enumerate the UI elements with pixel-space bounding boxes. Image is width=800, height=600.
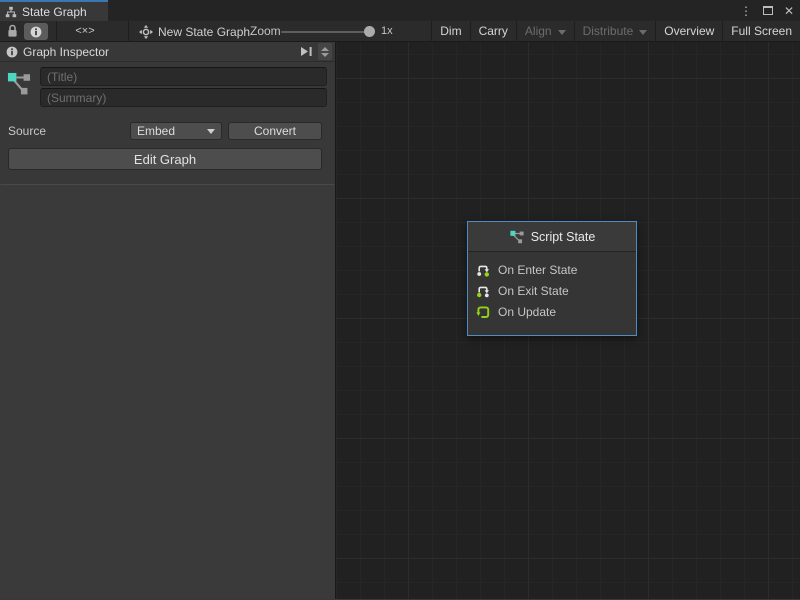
update-loop-icon [476, 305, 490, 319]
graph-summary-field[interactable] [40, 88, 327, 107]
chevron-down-icon [207, 129, 215, 134]
source-dropdown[interactable]: Embed [130, 122, 222, 140]
move-target-icon [139, 25, 153, 39]
zoom-slider-knob[interactable] [364, 26, 375, 37]
window-menu-icon[interactable]: ⋮ [740, 5, 752, 17]
scrub-down-icon [321, 53, 329, 57]
zoom-slider-track[interactable] [281, 31, 369, 33]
toolbar-separator [56, 21, 57, 42]
chevron-down-icon [558, 30, 566, 35]
state-graph-node-icon [509, 230, 525, 244]
event-row-on-update: On Update [468, 301, 636, 322]
source-label: Source [8, 124, 46, 138]
code-view-icon[interactable]: <×> [68, 21, 102, 42]
dim-button[interactable]: Dim [431, 21, 469, 42]
maximize-icon[interactable] [763, 6, 773, 15]
close-icon[interactable]: ✕ [784, 5, 794, 17]
state-enter-icon [476, 263, 490, 277]
state-graph-hierarchy-icon [5, 6, 17, 18]
graph-inspector-header: Graph Inspector [0, 42, 335, 62]
convert-button[interactable]: Convert [228, 122, 322, 140]
node-title: Script State [531, 230, 596, 244]
panel-scrubber[interactable] [318, 43, 332, 60]
source-row: Source Embed Convert [0, 122, 335, 140]
state-graph-asset-icon [4, 67, 34, 107]
script-state-node-header[interactable]: Script State [468, 222, 636, 252]
new-state-graph-button[interactable]: New State Graph [139, 21, 250, 42]
edit-graph-button[interactable]: Edit Graph [8, 148, 322, 170]
script-state-node[interactable]: Script State On Enter State [467, 221, 637, 336]
lock-icon[interactable] [7, 24, 18, 38]
state-exit-icon [476, 284, 490, 298]
tab-bar: State Graph ⋮ ✕ [0, 0, 800, 21]
script-state-node-body: On Enter State On Exit State [468, 252, 636, 335]
source-dropdown-value: Embed [137, 124, 175, 138]
tab-state-graph[interactable]: State Graph [0, 0, 108, 21]
chevron-down-icon [639, 30, 647, 35]
window-controls: ⋮ ✕ [740, 0, 794, 21]
graph-toolbar: <×> New State Graph Zoom 1x Dim Carry Al… [0, 21, 800, 42]
event-row-on-enter: On Enter State [468, 259, 636, 280]
inspector-toggle-button[interactable] [24, 23, 48, 40]
zoom-value: 1x [381, 21, 393, 42]
info-icon [6, 46, 18, 58]
dock-panel-icon[interactable] [300, 46, 313, 57]
carry-button[interactable]: Carry [470, 21, 516, 42]
inspector-empty-section [0, 184, 335, 599]
graph-canvas[interactable]: Script State On Enter State [336, 42, 800, 599]
toolbar-right-group: Dim Carry Align Distribute Overview Full… [431, 21, 800, 42]
info-icon [30, 26, 42, 38]
event-row-on-exit: On Exit State [468, 280, 636, 301]
distribute-button[interactable]: Distribute [574, 21, 656, 42]
panel-title: Graph Inspector [23, 45, 295, 59]
toolbar-separator [128, 21, 129, 42]
overview-button[interactable]: Overview [655, 21, 722, 42]
zoom-label: Zoom [250, 21, 281, 42]
graph-inspector-panel: Graph Inspector [0, 42, 336, 599]
align-button[interactable]: Align [516, 21, 574, 42]
tab-title: State Graph [22, 5, 87, 19]
graph-title-field[interactable] [40, 67, 327, 86]
new-state-graph-label: New State Graph [158, 25, 250, 39]
scrub-up-icon [321, 47, 329, 51]
graph-meta-fields [4, 67, 327, 107]
full-screen-button[interactable]: Full Screen [722, 21, 800, 42]
